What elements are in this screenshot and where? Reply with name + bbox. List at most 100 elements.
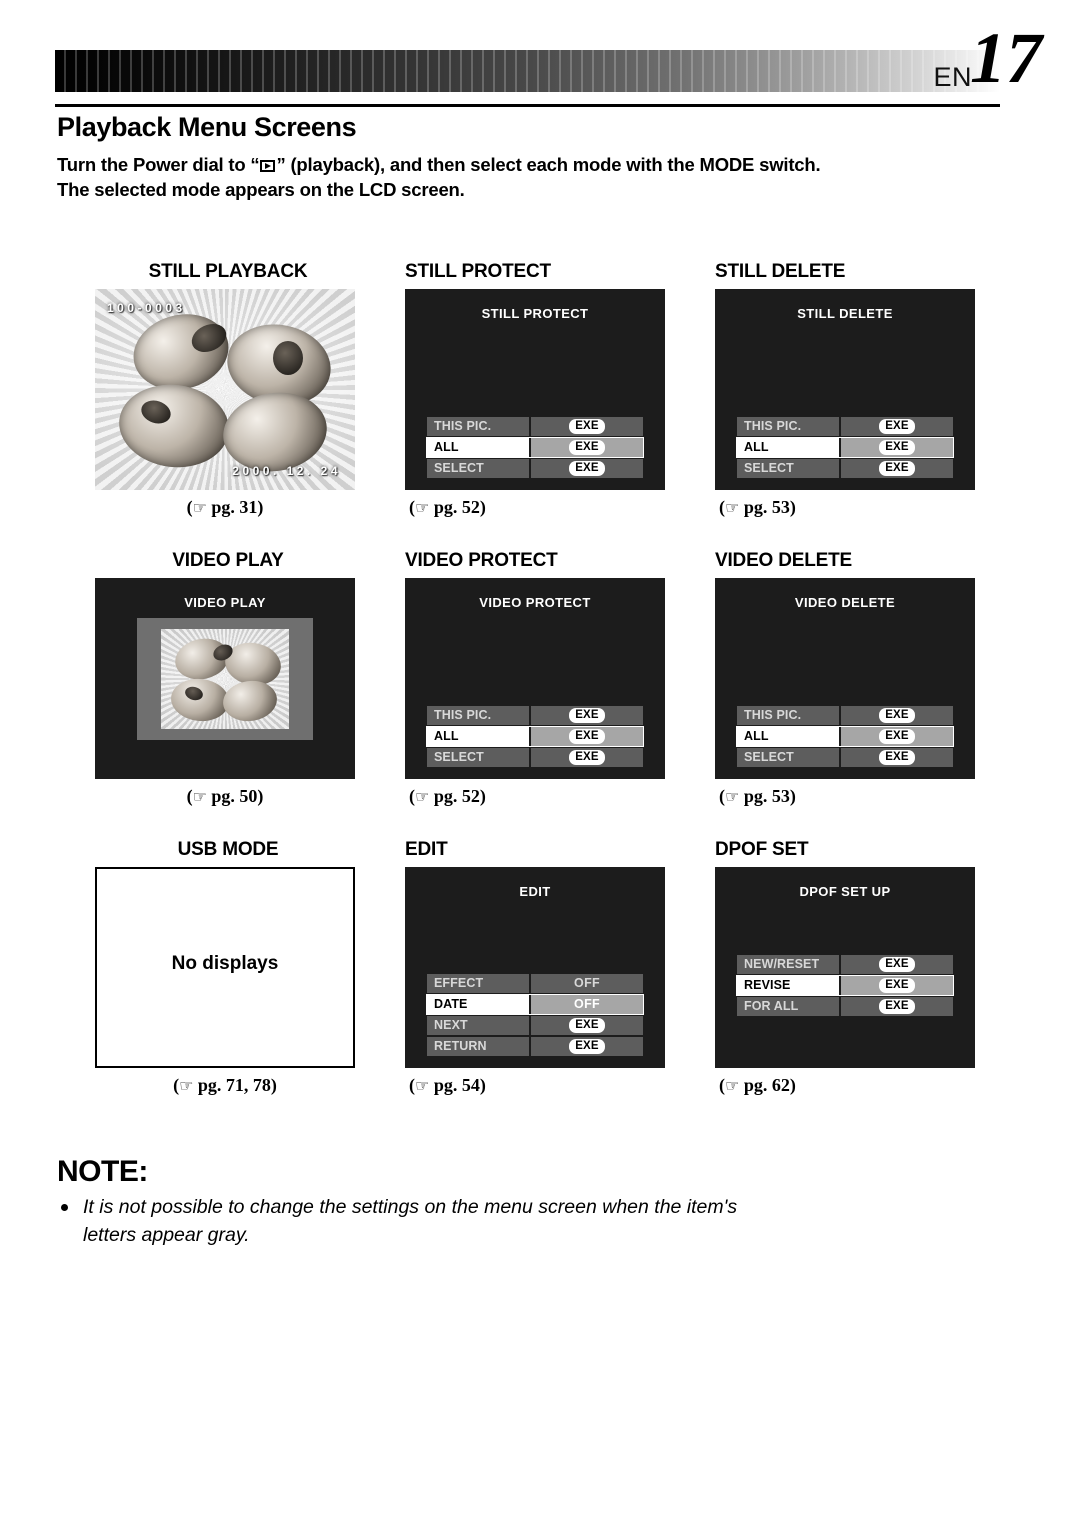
menu-row-label: DATE <box>427 995 529 1014</box>
menu-row-value[interactable]: EXE <box>531 438 643 457</box>
video-thumbnail <box>161 629 289 729</box>
page-reference-text: pg. 31 <box>211 497 258 517</box>
menu-row-value[interactable]: EXE <box>841 459 953 478</box>
menu-row-value[interactable]: EXE <box>841 748 953 767</box>
exe-badge[interactable]: EXE <box>879 978 915 993</box>
playback-icon <box>260 160 276 172</box>
menu-row-label: ALL <box>427 438 529 457</box>
menu-row-value[interactable]: EXE <box>531 748 643 767</box>
menu-row-value[interactable]: OFF <box>531 974 643 993</box>
menu-row[interactable]: NEXT EXE <box>427 1016 643 1035</box>
menu-table: NEW/RESET EXE REVISE EXE FOR ALL EXE <box>736 955 954 1018</box>
screen-title: EDIT <box>519 884 551 899</box>
menu-row[interactable]: NEW/RESET EXE <box>737 955 953 974</box>
lcd-screen-dpof-set: DPOF SET UP NEW/RESET EXE REVISE EXE FOR ALL… <box>715 867 975 1068</box>
menu-row[interactable]: RETURN EXE <box>427 1037 643 1056</box>
menu-row-label: SELECT <box>427 459 529 478</box>
menu-row-value[interactable]: EXE <box>841 727 953 746</box>
menu-row-value[interactable]: EXE <box>841 417 953 436</box>
menu-row[interactable]: REVISE EXE <box>736 975 954 996</box>
exe-badge[interactable]: EXE <box>569 1018 605 1033</box>
menu-row[interactable]: EFFECT OFF <box>427 974 643 993</box>
lcd-screen-edit: EDIT EFFECT OFF DATE OFF NEXT EXE RETURN EXE <box>405 867 665 1068</box>
menu-row[interactable]: THIS PIC. EXE <box>737 417 953 436</box>
menu-row-label: FOR ALL <box>737 997 839 1016</box>
menu-row-value[interactable]: EXE <box>531 459 643 478</box>
page-reference-text: pg. 71, 78 <box>197 1075 271 1095</box>
still-photo <box>95 289 355 490</box>
page-reference: (☞ pg. 52) <box>409 497 486 517</box>
screen-cell-video-play: VIDEO PLAY VIDEO PLAY (☞ pg. 50) <box>95 547 361 813</box>
page-reference-text: pg. 54 <box>433 1075 480 1095</box>
exe-badge[interactable]: EXE <box>879 419 915 434</box>
exe-badge[interactable]: EXE <box>879 708 915 723</box>
exe-badge[interactable]: EXE <box>879 440 915 455</box>
page-header: EN 17 <box>0 0 1080 118</box>
screen-cell-still-delete: STILL DELETE STILL DELETE THIS PIC. EXE AL… <box>715 258 981 524</box>
exe-badge[interactable]: EXE <box>569 750 605 765</box>
exe-badge[interactable]: EXE <box>569 419 605 434</box>
hand-pointer-icon: ☞ <box>725 787 740 806</box>
menu-row-label: THIS PIC. <box>427 417 529 436</box>
screen-heading: VIDEO PROTECT <box>405 550 558 571</box>
lcd-screen-still-protect: STILL PROTECT THIS PIC. EXE ALL EXE SELECT EX… <box>405 289 665 490</box>
intro-line1-before: Turn the Power dial to “ <box>57 154 260 175</box>
menu-row-label: NEW/RESET <box>737 955 839 974</box>
menu-row-value[interactable]: EXE <box>841 997 953 1016</box>
menu-row-value[interactable]: EXE <box>531 417 643 436</box>
menu-row[interactable]: THIS PIC. EXE <box>427 417 643 436</box>
lcd-screen-video-protect: VIDEO PROTECT THIS PIC. EXE ALL EXE SELECT EX… <box>405 578 665 779</box>
menu-row-value[interactable]: EXE <box>841 955 953 974</box>
menu-row-value[interactable]: EXE <box>841 438 953 457</box>
menu-row[interactable]: ALL EXE <box>426 437 644 458</box>
menu-row-value[interactable]: EXE <box>531 727 643 746</box>
intro-line2: The selected mode appears on the LCD scr… <box>57 179 465 200</box>
menu-row[interactable]: SELECT EXE <box>737 748 953 767</box>
screen-heading: VIDEO DELETE <box>715 550 852 571</box>
hand-pointer-icon: ☞ <box>415 787 430 806</box>
exe-badge[interactable]: EXE <box>879 750 915 765</box>
menu-row[interactable]: ALL EXE <box>736 726 954 747</box>
menu-row[interactable]: THIS PIC. EXE <box>427 706 643 725</box>
menu-table: THIS PIC. EXE ALL EXE SELECT EXE <box>736 706 954 769</box>
menu-row-value[interactable]: EXE <box>841 976 953 995</box>
page-reference: (☞ pg. 52) <box>409 786 486 806</box>
menu-table: THIS PIC. EXE ALL EXE SELECT EXE <box>736 417 954 480</box>
menu-row-value[interactable]: EXE <box>531 1037 643 1056</box>
menu-row-label: THIS PIC. <box>737 417 839 436</box>
hand-pointer-icon: ☞ <box>192 498 207 517</box>
screen-cell-still-protect: STILL PROTECT STILL PROTECT THIS PIC. EXE… <box>405 258 671 524</box>
menu-row[interactable]: ALL EXE <box>426 726 644 747</box>
menu-row[interactable]: DATE OFF <box>426 994 644 1015</box>
menu-row-value[interactable]: OFF <box>531 995 643 1014</box>
screen-cell-still-playback: STILL PLAYBACK 100-0003 2000. 12. 24 (☞ … <box>95 258 361 524</box>
exe-badge[interactable]: EXE <box>569 708 605 723</box>
screen-title: VIDEO DELETE <box>794 595 896 610</box>
menu-row-value[interactable]: EXE <box>531 706 643 725</box>
menu-row-label: EFFECT <box>427 974 529 993</box>
exe-badge[interactable]: EXE <box>879 461 915 476</box>
lcd-screen-usb-mode: No displays <box>95 867 355 1068</box>
exe-badge[interactable]: EXE <box>879 729 915 744</box>
exe-badge[interactable]: EXE <box>879 957 915 972</box>
menu-row[interactable]: ALL EXE <box>736 437 954 458</box>
manual-page: EN 17 Playback Menu Screens Turn the Pow… <box>0 0 1080 1529</box>
exe-badge[interactable]: EXE <box>569 461 605 476</box>
osd-file-number: 100-0003 <box>107 301 186 315</box>
menu-row[interactable]: SELECT EXE <box>737 459 953 478</box>
menu-row-label: ALL <box>427 727 529 746</box>
screen-title: VIDEO PROTECT <box>479 595 591 610</box>
exe-badge[interactable]: EXE <box>569 440 605 455</box>
exe-badge[interactable]: EXE <box>569 729 605 744</box>
menu-row-value[interactable]: EXE <box>841 706 953 725</box>
exe-badge[interactable]: EXE <box>569 1039 605 1054</box>
menu-row[interactable]: THIS PIC. EXE <box>737 706 953 725</box>
menu-row-label: ALL <box>737 727 839 746</box>
menu-row[interactable]: FOR ALL EXE <box>737 997 953 1016</box>
menu-row[interactable]: SELECT EXE <box>427 748 643 767</box>
menu-row-value[interactable]: EXE <box>531 1016 643 1035</box>
menu-row[interactable]: SELECT EXE <box>427 459 643 478</box>
page-reference: (☞ pg. 71, 78) <box>173 1075 277 1095</box>
exe-badge[interactable]: EXE <box>879 999 915 1014</box>
screen-row: USB MODE No displays (☞ pg. 71, 78) EDIT… <box>95 836 985 1125</box>
